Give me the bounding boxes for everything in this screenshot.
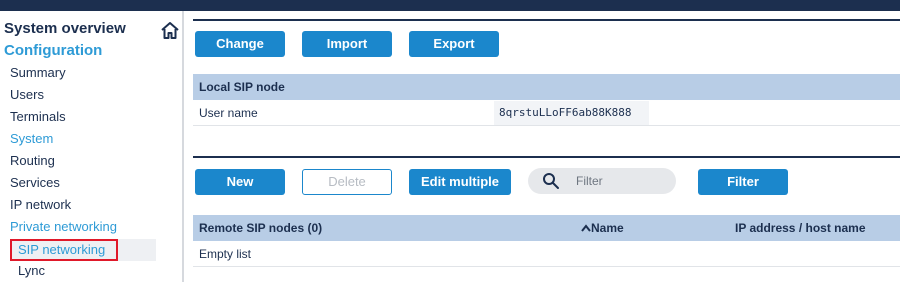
new-button[interactable]: New <box>195 169 285 195</box>
section-divider-top <box>193 19 900 21</box>
empty-list-label: Empty list <box>199 247 252 261</box>
filter-button[interactable]: Filter <box>698 169 788 195</box>
sidebar-item-terminals[interactable]: Terminals <box>10 107 66 127</box>
delete-button[interactable]: Delete <box>302 169 392 195</box>
search-icon <box>542 172 560 190</box>
filter-placeholder: Filter <box>576 174 603 188</box>
user-name-value: 8qrstuLLoFF6ab88K888 <box>494 101 649 125</box>
remote-sip-nodes-title: Remote SIP nodes (0) <box>199 221 323 235</box>
sidebar-item-system[interactable]: System <box>10 129 53 149</box>
local-sip-node-title: Local SIP node <box>199 80 285 94</box>
sidebar-item-routing[interactable]: Routing <box>10 151 55 171</box>
sidebar-item-ip-network[interactable]: IP network <box>10 195 71 215</box>
edit-multiple-button[interactable]: Edit multiple <box>409 169 511 195</box>
change-button[interactable]: Change <box>195 31 285 57</box>
empty-list-row <box>193 241 900 267</box>
sidebar-subitem-sip-networking[interactable]: SIP networking <box>18 240 105 260</box>
user-name-label: User name <box>199 106 258 120</box>
section-divider-remote <box>193 156 900 158</box>
column-header-name[interactable]: Name <box>581 215 624 241</box>
sort-ascending-icon <box>581 215 591 241</box>
export-button[interactable]: Export <box>409 31 499 57</box>
top-bar <box>0 0 900 11</box>
import-button[interactable]: Import <box>302 31 392 57</box>
sidebar-subitem-lync[interactable]: Lync <box>18 261 45 281</box>
home-icon[interactable] <box>160 21 180 41</box>
configuration-heading[interactable]: Configuration <box>4 42 102 59</box>
sidebar-item-summary[interactable]: Summary <box>10 63 66 83</box>
column-header-ip-address[interactable]: IP address / host name <box>735 215 866 241</box>
sidebar-item-services[interactable]: Services <box>10 173 60 193</box>
local-sip-node-header <box>193 74 900 100</box>
system-overview-link[interactable]: System overview <box>4 20 126 37</box>
sidebar-divider <box>182 11 184 282</box>
sidebar-item-private-networking[interactable]: Private networking <box>10 217 117 237</box>
sidebar-item-users[interactable]: Users <box>10 85 44 105</box>
column-header-name-label: Name <box>591 221 624 235</box>
